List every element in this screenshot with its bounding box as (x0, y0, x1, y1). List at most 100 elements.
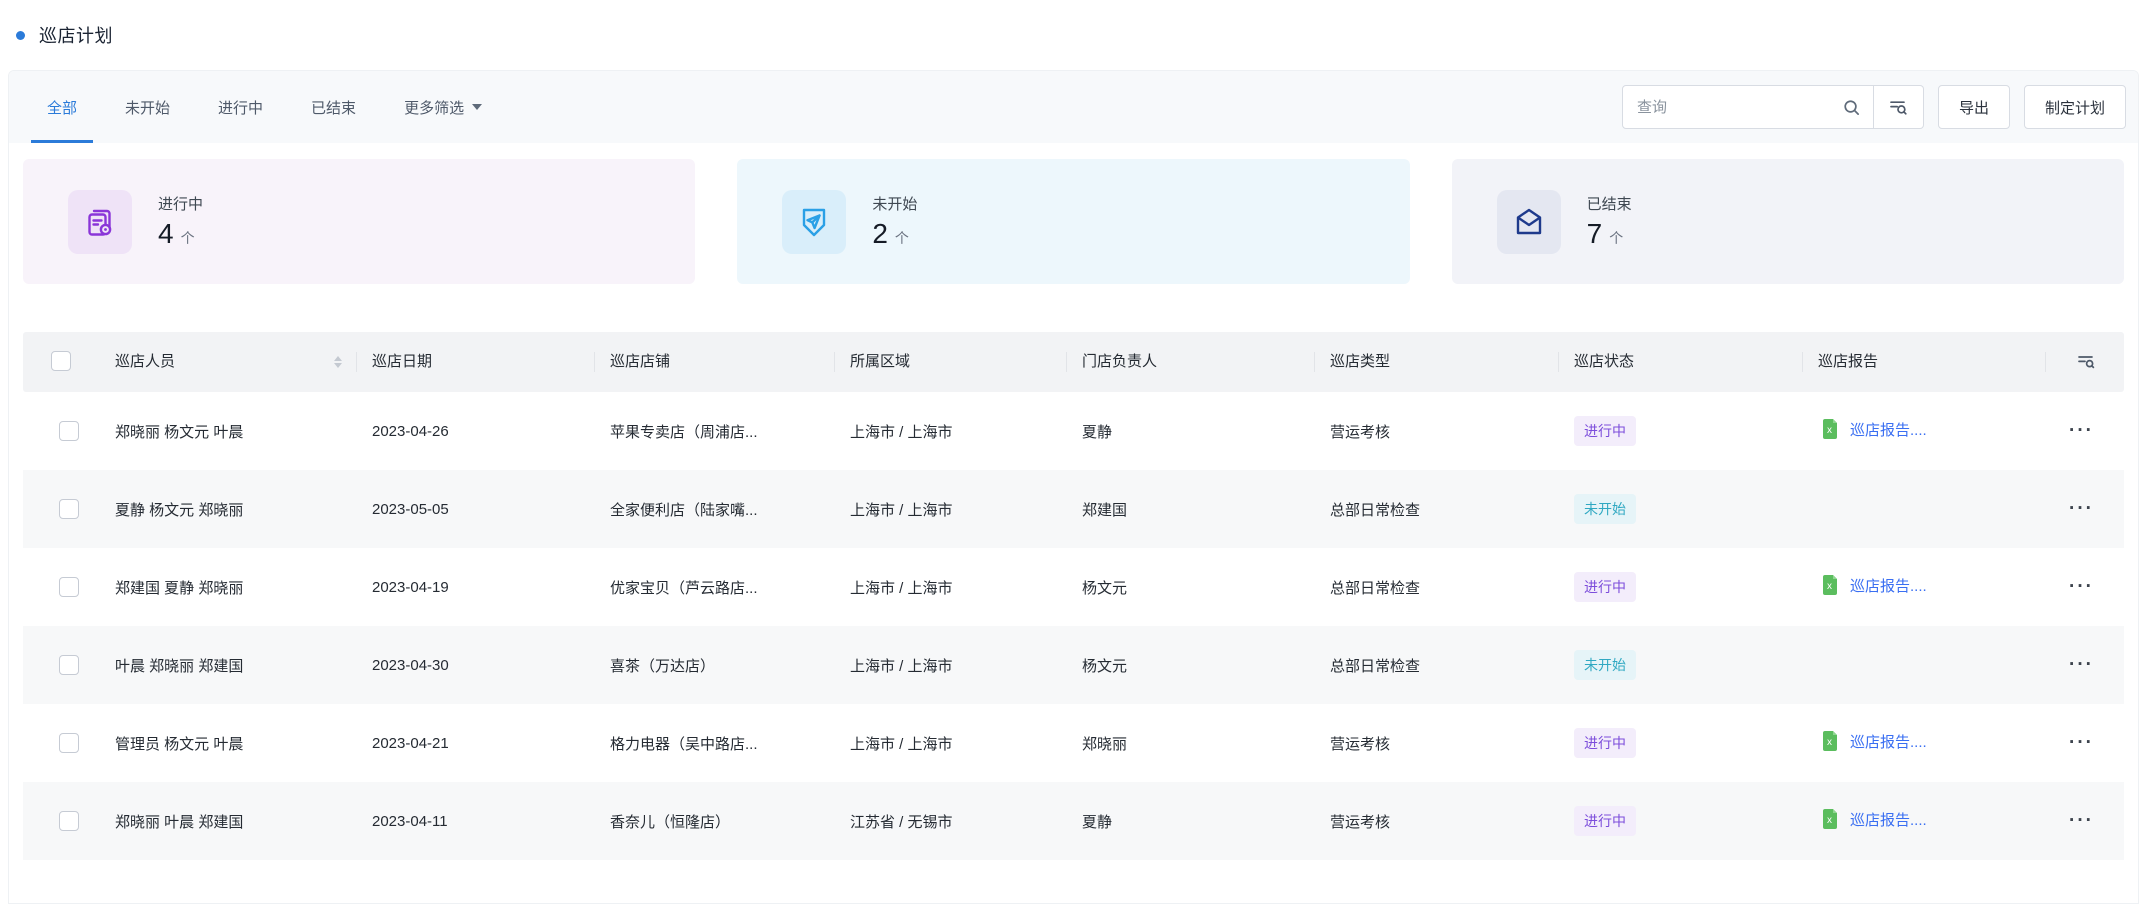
create-plan-button[interactable]: 制定计划 (2024, 85, 2126, 129)
tab-not-started[interactable]: 未开始 (109, 71, 186, 143)
select-all-checkbox[interactable] (51, 351, 71, 371)
cell-store: 苹果专卖店（周浦店... (594, 421, 834, 442)
cell-report: x 巡店报告.... (1802, 573, 2045, 601)
cell-status: 进行中 (1558, 728, 1802, 758)
sort-icon[interactable] (334, 356, 342, 368)
date-text: 2023-04-11 (372, 813, 448, 830)
row-checkbox[interactable] (59, 655, 79, 675)
report-link-wrap: x 巡店报告.... (1818, 729, 1927, 753)
cell-status: 进行中 (1558, 572, 1802, 602)
store-text: 喜茶（万达店） (610, 658, 715, 675)
stat-card-not-started: 未开始 2 个 (737, 159, 1409, 284)
type-text: 营运考核 (1330, 814, 1390, 831)
cell-region: 上海市 / 上海市 (834, 733, 1066, 754)
more-actions-icon[interactable] (2069, 504, 2094, 514)
cell-type: 营运考核 (1314, 811, 1558, 832)
search-box (1622, 85, 1874, 129)
cell-more (2045, 738, 2124, 748)
cell-report: x 巡店报告.... (1802, 807, 2045, 835)
stat-card-ended: 已结束 7 个 (1452, 159, 2124, 284)
cell-checkbox (23, 733, 99, 753)
header-report: 巡店报告 (1802, 351, 2045, 373)
table-header: 巡店人员 巡店日期 巡店店铺 所属区域 门店负责人 巡店类型 巡店状态 巡店报告 (23, 332, 2124, 392)
tab-in-progress[interactable]: 进行中 (202, 71, 279, 143)
report-link[interactable]: 巡店报告.... (1850, 575, 1927, 596)
svg-text:x: x (1827, 737, 1832, 748)
status-badge: 进行中 (1574, 416, 1636, 446)
stat-unit: 个 (181, 228, 195, 248)
export-button[interactable]: 导出 (1938, 85, 2010, 129)
stat-icon-tile (782, 190, 846, 254)
cell-manager: 郑晓丽 (1066, 733, 1314, 754)
cell-personnel: 叶晨 郑晓丽 郑建国 (99, 655, 356, 676)
table-row: 郑晓丽 杨文元 叶晨 2023-04-26 苹果专卖店（周浦店... 上海市 /… (23, 392, 2124, 470)
cell-date: 2023-05-05 (356, 501, 594, 518)
excel-file-icon: x (1818, 417, 1842, 441)
cell-date: 2023-04-19 (356, 579, 594, 596)
row-checkbox[interactable] (59, 577, 79, 597)
row-checkbox[interactable] (59, 421, 79, 441)
report-link-wrap: x 巡店报告.... (1818, 807, 1927, 831)
stat-value: 2 (872, 218, 888, 250)
status-badge: 进行中 (1574, 806, 1636, 836)
title-bullet-icon (16, 31, 25, 40)
more-actions-icon[interactable] (2069, 816, 2094, 826)
date-text: 2023-04-30 (372, 657, 449, 674)
cell-checkbox (23, 577, 99, 597)
personnel-text: 郑建国 夏静 郑晓丽 (115, 580, 243, 597)
report-link[interactable]: 巡店报告.... (1850, 731, 1927, 752)
report-link-wrap: x 巡店报告.... (1818, 417, 1927, 441)
cell-status: 未开始 (1558, 494, 1802, 524)
more-actions-icon[interactable] (2069, 582, 2094, 592)
table-row: 叶晨 郑晓丽 郑建国 2023-04-30 喜茶（万达店） 上海市 / 上海市 … (23, 626, 2124, 704)
report-link[interactable]: 巡店报告.... (1850, 419, 1927, 440)
row-checkbox[interactable] (59, 499, 79, 519)
cell-checkbox (23, 811, 99, 831)
open-envelope-icon (1511, 204, 1547, 240)
cell-type: 营运考核 (1314, 733, 1558, 754)
header-manager: 门店负责人 (1066, 351, 1314, 373)
header-status: 巡店状态 (1558, 351, 1802, 373)
row-checkbox[interactable] (59, 733, 79, 753)
svg-text:x: x (1827, 581, 1832, 592)
cell-manager: 杨文元 (1066, 577, 1314, 598)
cell-region: 江苏省 / 无锡市 (834, 811, 1066, 832)
more-actions-icon[interactable] (2069, 660, 2094, 670)
tab-all[interactable]: 全部 (31, 71, 93, 143)
type-text: 营运考核 (1330, 736, 1390, 753)
excel-file-icon: x (1818, 729, 1842, 753)
cell-personnel: 管理员 杨文元 叶晨 (99, 733, 356, 754)
region-text: 江苏省 / 无锡市 (850, 814, 953, 831)
cell-status: 进行中 (1558, 416, 1802, 446)
table-row: 夏静 杨文元 郑晓丽 2023-05-05 全家便利店（陆家嘴... 上海市 /… (23, 470, 2124, 548)
status-badge: 进行中 (1574, 728, 1636, 758)
cell-date: 2023-04-30 (356, 657, 594, 674)
report-link[interactable]: 巡店报告.... (1850, 809, 1927, 830)
more-actions-icon[interactable] (2069, 738, 2094, 748)
search-icon (1842, 98, 1861, 117)
region-text: 上海市 / 上海市 (850, 502, 953, 519)
tab-ended[interactable]: 已结束 (295, 71, 372, 143)
stat-icon-tile (1497, 190, 1561, 254)
stat-icon-tile (68, 190, 132, 254)
table-body: 郑晓丽 杨文元 叶晨 2023-04-26 苹果专卖店（周浦店... 上海市 /… (23, 392, 2124, 860)
more-actions-icon[interactable] (2069, 426, 2094, 436)
header-type: 巡店类型 (1314, 351, 1558, 373)
row-checkbox[interactable] (59, 811, 79, 831)
cell-checkbox (23, 421, 99, 441)
date-text: 2023-05-05 (372, 501, 449, 518)
more-filters-dropdown[interactable]: 更多筛选 (388, 71, 498, 143)
advanced-search-icon (1888, 97, 1908, 117)
column-settings-icon[interactable] (2076, 351, 2096, 371)
region-text: 上海市 / 上海市 (850, 580, 953, 597)
search-input[interactable] (1637, 99, 1842, 116)
cell-store: 香奈儿（恒隆店） (594, 811, 834, 832)
cell-manager: 郑建国 (1066, 499, 1314, 520)
cell-checkbox (23, 499, 99, 519)
cell-manager: 夏静 (1066, 421, 1314, 442)
advanced-search-button[interactable] (1874, 85, 1924, 129)
header-checkbox-cell (23, 351, 99, 373)
manager-text: 郑建国 (1082, 502, 1127, 519)
cell-region: 上海市 / 上海市 (834, 655, 1066, 676)
region-text: 上海市 / 上海市 (850, 736, 953, 753)
